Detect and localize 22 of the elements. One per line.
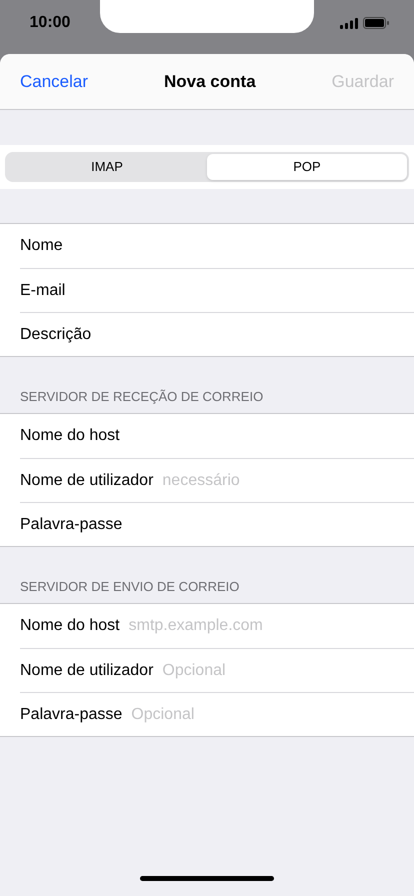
field-label: Nome de utilizador — [20, 660, 154, 680]
field-label: Descrição — [20, 324, 92, 344]
field-label: E-mail — [20, 280, 66, 300]
field-label: Nome — [20, 236, 63, 256]
cancel-button[interactable]: Cancelar — [20, 68, 88, 94]
input-field[interactable]: smtp.example.com — [128, 611, 414, 641]
field-label: Nome de utilizador — [20, 470, 154, 490]
section-header: SERVIDOR DE ENVIO DE CORREIO — [20, 578, 240, 596]
status-time: 10:00 — [30, 13, 70, 33]
screen-title: Nova conta — [164, 70, 256, 93]
segment-tab[interactable]: IMAP — [7, 154, 207, 180]
input-field[interactable]: Opcional — [131, 700, 414, 730]
segment-tab[interactable]: POP — [207, 154, 407, 180]
section-header: SERVIDOR DE RECEÇÃO DE CORREIO — [20, 388, 264, 406]
input-field[interactable]: Opcional — [162, 656, 414, 686]
input-field[interactable]: necessário — [162, 466, 414, 496]
field-label: Nome do host — [20, 426, 120, 446]
battery-icon — [362, 17, 388, 29]
field-label: Nome do host — [20, 616, 120, 636]
field-label: Palavra-passe — [20, 514, 122, 534]
field-label: Palavra-passe — [20, 704, 122, 724]
signal-icon — [340, 18, 358, 28]
